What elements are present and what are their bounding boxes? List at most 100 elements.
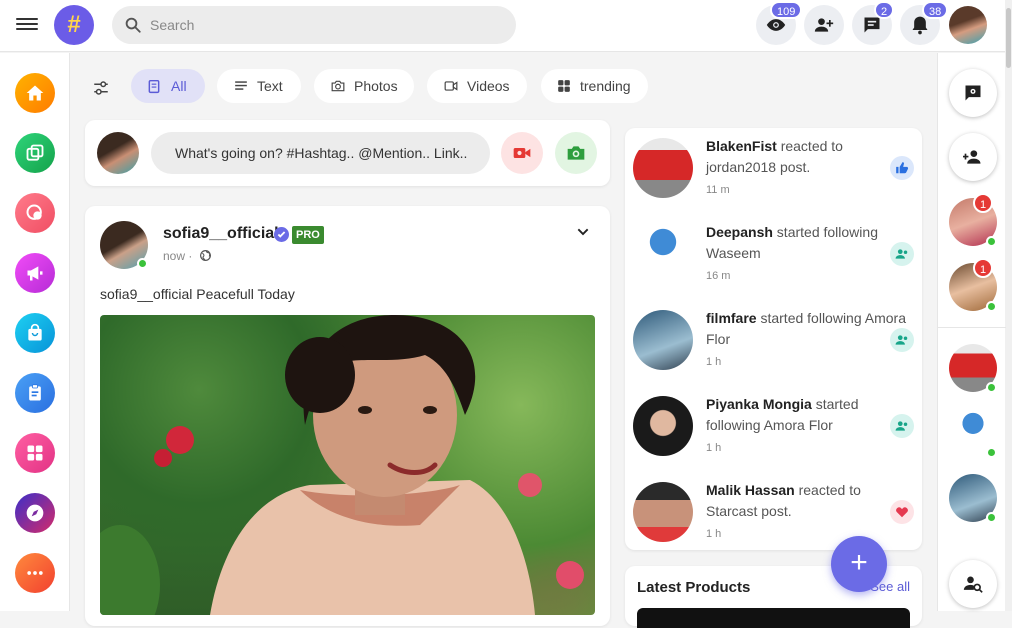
scrollbar[interactable]: [1005, 0, 1012, 611]
online-indicator: [986, 382, 997, 393]
plus-icon: +: [850, 546, 868, 579]
group-add-button[interactable]: [949, 133, 997, 181]
app-logo[interactable]: #: [54, 5, 94, 45]
search-placeholder: Search: [150, 17, 195, 33]
notif-name: filmfare: [706, 310, 757, 326]
more-icon: [27, 571, 43, 575]
separator-dot: ·: [188, 249, 196, 263]
notif-time: 1 h: [706, 356, 722, 368]
post-card: sofia9__official PRO now · sofia9__offic…: [85, 206, 610, 626]
filter-text[interactable]: Text: [217, 69, 301, 103]
chat-bubbles-icon: [26, 204, 42, 220]
love-icon: [890, 500, 914, 524]
photo-upload-button[interactable]: [555, 132, 597, 174]
post-image[interactable]: [100, 315, 595, 615]
camera-icon: [567, 146, 585, 160]
filter-photos-label: Photos: [354, 78, 398, 94]
live-video-button[interactable]: [501, 132, 543, 174]
group-add-icon: [963, 150, 981, 164]
notif-avatar: [633, 482, 693, 542]
globe-icon: [199, 250, 211, 261]
unread-badge: 1: [973, 193, 993, 213]
announcements-nav[interactable]: [15, 253, 55, 293]
add-user-icon: [814, 18, 834, 32]
menu-icon[interactable]: [16, 15, 38, 35]
notif-name: Piyanka Mongia: [706, 396, 812, 412]
explore-nav[interactable]: [15, 493, 55, 533]
blog-nav[interactable]: [15, 373, 55, 413]
follow-icon: [890, 328, 914, 352]
grid-icon: [558, 80, 570, 92]
notif-name: Malik Hassan: [706, 482, 795, 498]
notif-name: Deepansh: [706, 224, 773, 240]
composer-input[interactable]: What's going on? #Hashtag.. @Mention.. L…: [151, 132, 490, 174]
post-composer: What's going on? #Hashtag.. @Mention.. L…: [85, 120, 610, 186]
notif-avatar: [633, 310, 693, 370]
megaphone-icon: [27, 266, 43, 281]
messages-badge: 2: [874, 1, 895, 19]
video-icon: [444, 81, 458, 91]
notif-text: BlakenFist reacted to jordan2018 post.: [706, 136, 906, 178]
messages-button[interactable]: 2: [852, 1, 895, 45]
filter-text-label: Text: [257, 78, 283, 94]
post-options-button[interactable]: [575, 224, 591, 245]
user-avatar[interactable]: [949, 6, 987, 44]
market-nav[interactable]: [15, 313, 55, 353]
online-indicator: [986, 301, 997, 312]
views-button[interactable]: 109: [756, 1, 803, 45]
notif-avatar: [633, 396, 693, 456]
document-icon: [148, 79, 160, 94]
filter-videos[interactable]: Videos: [427, 69, 527, 103]
apps-nav[interactable]: [15, 433, 55, 473]
compass-icon: [26, 504, 44, 522]
home-nav[interactable]: [15, 73, 55, 113]
divider: [938, 327, 1006, 328]
online-indicator: [137, 258, 148, 269]
notif-avatar: [633, 138, 693, 198]
filter-photos[interactable]: Photos: [314, 69, 414, 103]
groups-nav[interactable]: [15, 193, 55, 233]
products-title: Latest Products: [637, 579, 751, 596]
verified-icon: [274, 227, 289, 242]
right-sidebar: 1 1: [937, 53, 1006, 611]
post-meta: now ·: [163, 249, 212, 263]
notifications-button[interactable]: 38: [900, 1, 949, 45]
notifications-panel: BlakenFist reacted to jordan2018 post. 1…: [625, 128, 922, 550]
clipboard-icon: [29, 384, 41, 401]
pages-nav[interactable]: [15, 133, 55, 173]
chevron-down-icon: [577, 228, 589, 236]
filter-trending-label: trending: [580, 78, 631, 94]
text-icon: [235, 81, 247, 90]
search-icon: [125, 17, 141, 33]
chat-settings-button[interactable]: [949, 69, 997, 117]
filter-videos-label: Videos: [467, 78, 510, 94]
online-indicator: [986, 447, 997, 458]
sliders-icon: [94, 81, 108, 95]
search-user-icon: [963, 576, 983, 593]
video-camera-icon: [513, 148, 531, 158]
post-time: now: [163, 249, 186, 263]
notif-text: Deepansh started following Waseem: [706, 222, 906, 264]
search-contacts-button[interactable]: [949, 560, 997, 608]
notifications-badge: 38: [922, 1, 949, 19]
pro-badge: PRO: [292, 226, 324, 244]
shopping-bag-icon: [28, 323, 42, 341]
online-indicator: [986, 236, 997, 247]
more-nav[interactable]: [15, 553, 55, 593]
filter-settings-button[interactable]: [86, 69, 116, 103]
filter-trending[interactable]: trending: [541, 69, 648, 103]
create-post-button[interactable]: +: [831, 536, 887, 592]
avatar: [97, 132, 139, 174]
notif-time: 1 h: [706, 442, 722, 454]
friend-requests-button[interactable]: [804, 5, 844, 45]
photo: [100, 315, 584, 615]
camera-icon: [331, 80, 345, 92]
product-image[interactable]: [637, 608, 910, 628]
notif-text: Malik Hassan reacted to Starcast post.: [706, 480, 906, 522]
unread-badge: 1: [973, 258, 993, 278]
filter-all[interactable]: All: [131, 69, 205, 103]
search-input[interactable]: Search: [112, 6, 516, 44]
top-bar: # Search 109 2 38: [0, 0, 1012, 52]
chat-gear-icon: [965, 85, 981, 101]
post-author-name[interactable]: sofia9__official: [163, 225, 279, 243]
